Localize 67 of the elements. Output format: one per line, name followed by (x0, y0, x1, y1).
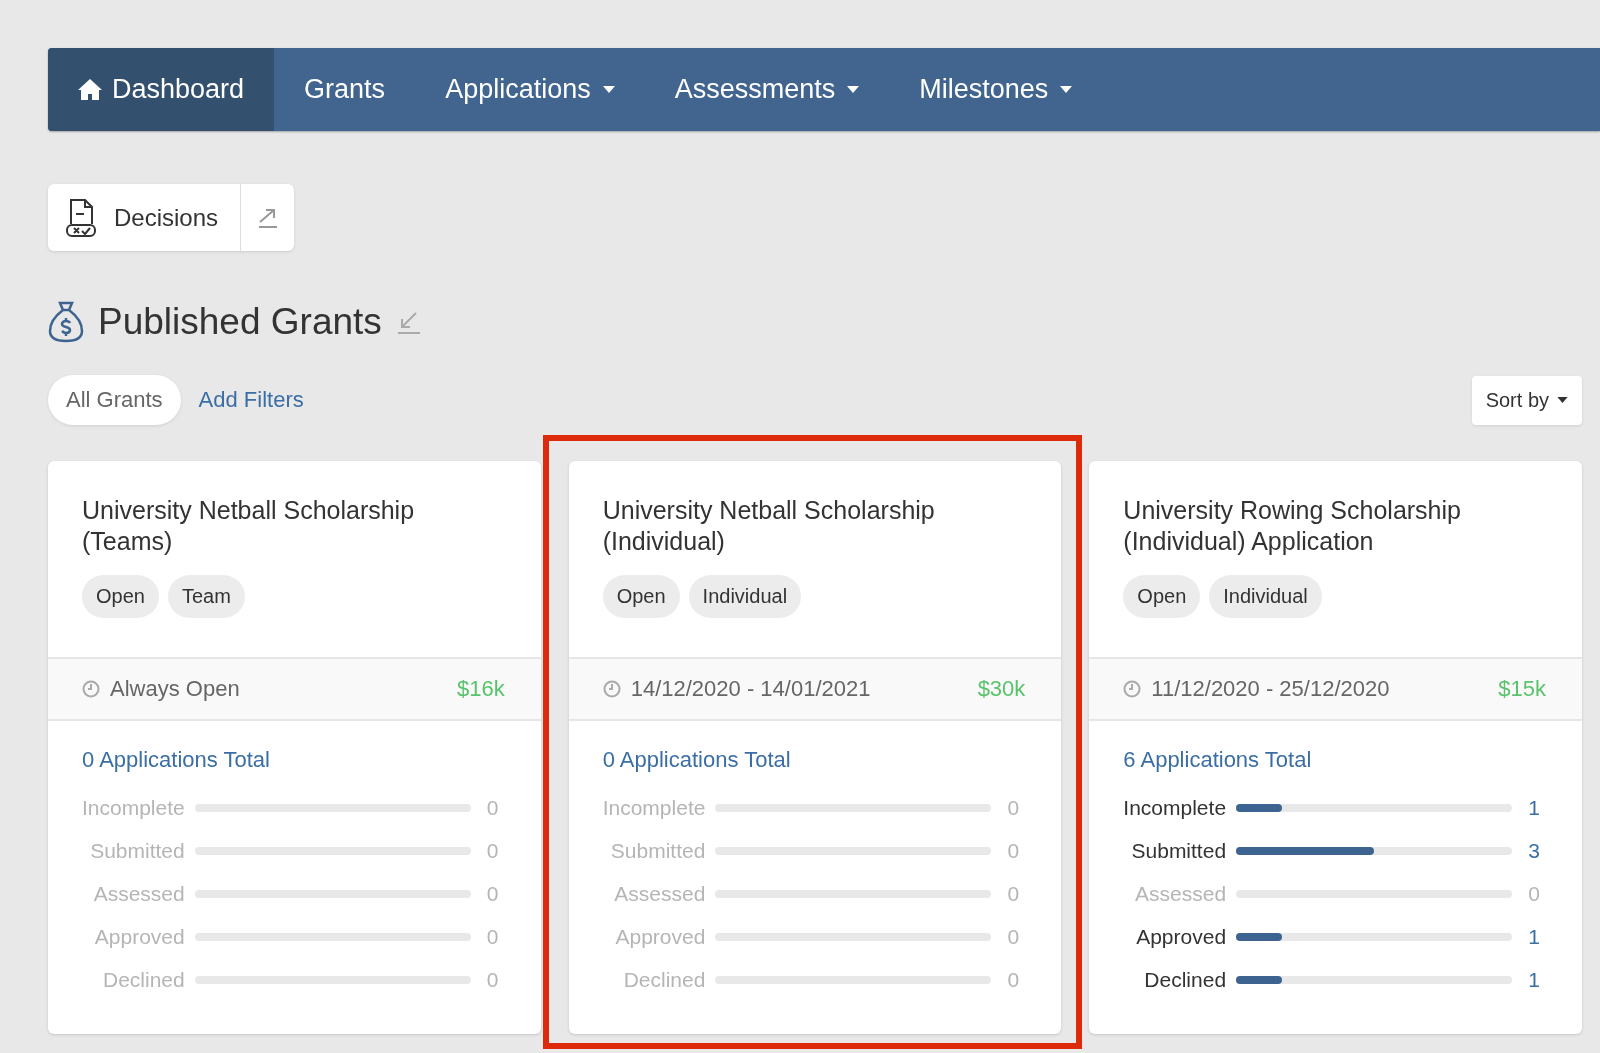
stat-label: Declined (1143, 967, 1227, 993)
stat-label: Declined (102, 967, 185, 993)
grant-period: 11/12/2020 - 25/12/2020 (1151, 676, 1390, 702)
clock-icon (602, 680, 621, 698)
stat-label: Submitted (1130, 838, 1227, 864)
stat-count: 0 (485, 839, 500, 863)
grant-title: University Netball Scholarship (Individual) (602, 495, 936, 557)
stat-label: Submitted (609, 838, 706, 864)
clock-icon (82, 680, 100, 698)
nav-tab[interactable]: Grants (274, 48, 416, 131)
clock-icon (1123, 680, 1142, 698)
stat-label: Approved (614, 924, 706, 950)
caret-icon (1557, 397, 1568, 403)
grant-card[interactable]: University Netball Scholarship (Individual) Open Individual 14/12/2020 - 14/01/2021 $30k 0 Applications Total Incomplete 0 Submitted 0 Assessed 0 Approved 0 Declined 0 (568, 461, 1062, 1034)
stat-label: Incomplete (1123, 795, 1227, 821)
status-tag: Open (1123, 575, 1201, 618)
grant-period: 14/12/2020 - 14/01/2021 (630, 676, 871, 702)
document-icon (66, 197, 96, 238)
status-tag: Individual (1209, 575, 1322, 618)
grant-period: Always Open (110, 676, 240, 702)
add-filters-link[interactable]: Add Filters (198, 387, 304, 413)
section-title: Published Grants (98, 301, 382, 343)
stat-label: Incomplete (82, 795, 185, 821)
stat-count: 3 (1527, 839, 1541, 863)
stat-count: 1 (1527, 925, 1541, 949)
grant-title: University Rowing Scholarship (Individual) Application (1123, 495, 1462, 557)
applications-total-link[interactable]: 6 Applications Total (1123, 747, 1312, 772)
stat-label: Submitted (89, 838, 185, 864)
stat-label: Assessed (92, 881, 185, 907)
stat-count: 0 (1006, 839, 1021, 863)
stat-count: 0 (1006, 796, 1021, 820)
applications-total-link[interactable]: 0 Applications Total (602, 747, 791, 772)
stat-count: 0 (1006, 882, 1021, 906)
stat-count: 0 (485, 968, 500, 992)
status-tag: Team (167, 575, 245, 618)
status-tag: Open (602, 575, 680, 618)
status-tag: Open (82, 575, 159, 618)
stat-label: Assessed (613, 881, 706, 907)
stat-count: 0 (485, 925, 500, 949)
stat-label: Assessed (1134, 881, 1227, 907)
stat-count: 0 (1527, 882, 1541, 906)
stat-label: Approved (1135, 924, 1227, 950)
nav-tab[interactable]: Applications (415, 48, 645, 131)
stat-count: 1 (1527, 968, 1541, 992)
grant-amount: $15k (1498, 676, 1546, 702)
nav-tab[interactable]: Milestones (889, 48, 1103, 131)
grant-card[interactable]: University Netball Scholarship (Teams) Open Team Always Open $16k 0 Applications Total Incomplete 0 Submitted 0 Assessed 0 Approved 0 Declined 0 (48, 461, 541, 1034)
stat-label: Declined (622, 967, 706, 993)
stat-count: 0 (485, 796, 500, 820)
stat-count: 0 (1006, 968, 1021, 992)
sort-dropdown[interactable]: Sort by (1471, 375, 1582, 425)
grant-title: University Netball Scholarship (Teams) (82, 495, 416, 557)
nav-tab[interactable]: Assessments (644, 48, 890, 131)
stat-label: Approved (93, 924, 185, 950)
nav-tab[interactable]: Dashboard (48, 48, 275, 131)
stat-count: 0 (485, 882, 500, 906)
grant-amount: $16k (456, 676, 505, 702)
grant-amount: $30k (977, 676, 1026, 702)
grant-card[interactable]: University Rowing Scholarship (Individual) Application Open Individual 11/12/2020 - 25/12/2020 $15k 6 Applications Total Incomplete 1 Submitted 3 Assessed 0 Approved 1 Declined 1 (1089, 461, 1582, 1034)
filter-chip[interactable]: All Grants (48, 375, 181, 425)
stat-label: Incomplete (602, 795, 706, 821)
stat-count: 0 (1006, 925, 1021, 949)
stat-count: 1 (1527, 796, 1541, 820)
money-bag-icon (48, 301, 84, 343)
applications-total-link[interactable]: 0 Applications Total (82, 747, 270, 772)
status-tag: Individual (688, 575, 802, 618)
collapse-icon[interactable] (395, 309, 422, 335)
